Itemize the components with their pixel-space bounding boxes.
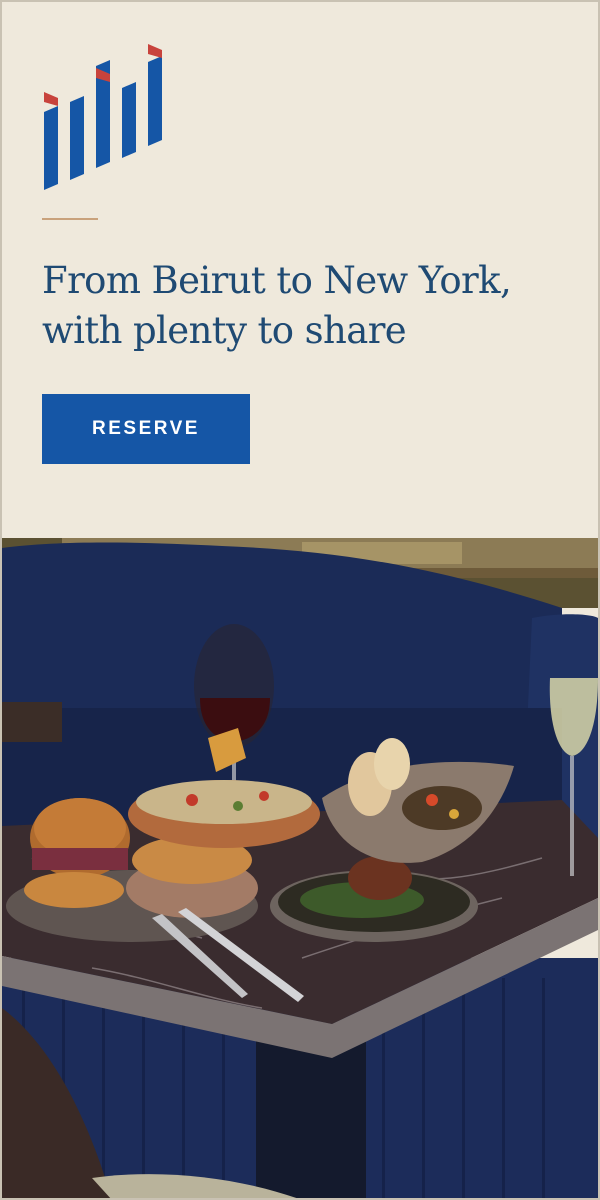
reserve-button[interactable]: RESERVE xyxy=(42,394,250,464)
display-ad[interactable]: From Beirut to New York, with plenty to … xyxy=(0,0,600,1200)
headline-line-1: From Beirut to New York, xyxy=(42,259,512,302)
headline: From Beirut to New York, with plenty to … xyxy=(42,256,582,356)
ad-top-panel: From Beirut to New York, with plenty to … xyxy=(2,2,598,538)
food-table-photo[interactable] xyxy=(2,538,598,1200)
ilili-logo xyxy=(44,44,162,190)
divider-line xyxy=(42,218,98,220)
headline-line-2: with plenty to share xyxy=(42,309,407,352)
